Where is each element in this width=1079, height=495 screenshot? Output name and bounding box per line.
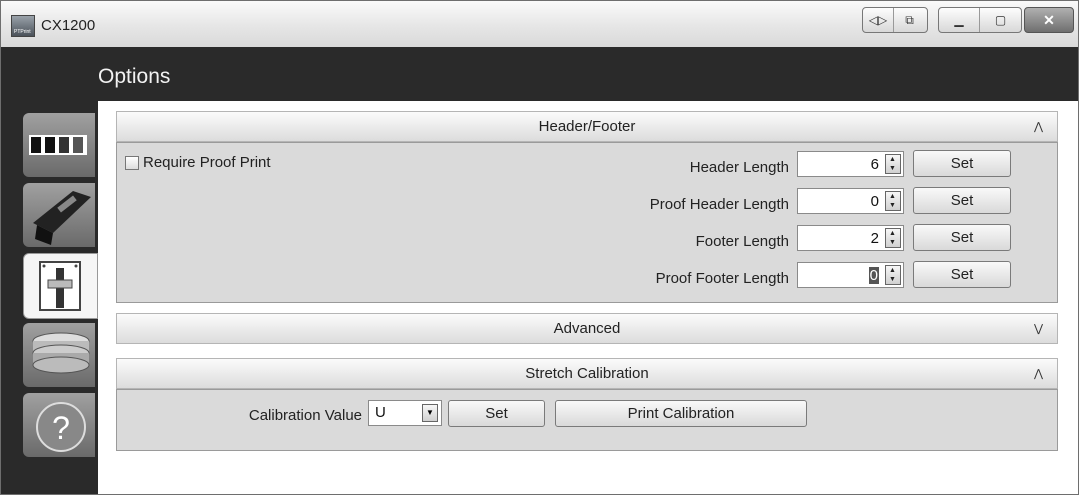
collapse-chevron-icon[interactable]: ⋀ <box>1034 112 1043 142</box>
header-footer-section-header[interactable]: Header/Footer ⋀ <box>116 111 1058 142</box>
maximize-icon[interactable]: ▢ <box>980 8 1021 32</box>
proof-header-length-spinner[interactable]: 0 ▲ ▼ <box>797 188 904 214</box>
extra-controls: ◁▷ ⧉ <box>862 7 928 33</box>
app-window: PTPrint CX1200 ◁▷ ⧉ ▁ ▢ ✕ Options ? Head… <box>0 0 1079 495</box>
proof-header-length-value: 0 <box>870 193 879 210</box>
close-icon[interactable]: ✕ <box>1024 7 1074 33</box>
options-content: Header/Footer ⋀ Require Proof Print Head… <box>98 101 1078 494</box>
spinner-arrows-icon[interactable]: ▲ ▼ <box>885 154 901 174</box>
proof-footer-length-label: Proof Footer Length <box>655 270 789 287</box>
proof-footer-length-value: 0 <box>868 267 879 284</box>
app-icon-text: PTPrint <box>14 29 31 35</box>
chevron-down-icon[interactable]: ▼ <box>422 404 438 422</box>
require-proof-print-label: Require Proof Print <box>143 154 271 171</box>
footer-length-spinner[interactable]: 2 ▲ ▼ <box>797 225 904 251</box>
window-size-controls: ▁ ▢ <box>938 7 1022 33</box>
header-length-label: Header Length <box>689 159 789 176</box>
svg-text:?: ? <box>52 410 70 446</box>
sidebar-item-help[interactable]: ? <box>23 393 95 457</box>
header-length-value: 6 <box>870 156 879 173</box>
advanced-title: Advanced <box>553 320 621 337</box>
calibration-value-select[interactable]: U ▼ <box>368 400 442 426</box>
printer-head-icon <box>33 191 91 245</box>
sidebar: ? <box>1 101 98 494</box>
slider-settings-icon <box>39 261 81 311</box>
require-proof-print-checkbox[interactable] <box>125 156 139 170</box>
footer-length-value: 2 <box>870 230 879 247</box>
calibration-value-label: Calibration Value <box>248 407 362 424</box>
ribbon-strip-icon <box>29 135 87 155</box>
collapse-chevron-icon[interactable]: ⋀ <box>1034 359 1043 389</box>
sidebar-item-printer[interactable] <box>23 183 95 247</box>
sidebar-item-coins[interactable] <box>23 323 95 387</box>
sidebar-item-settings[interactable] <box>23 253 98 319</box>
coin-stack-icon <box>32 332 90 374</box>
sidebar-item-ribbon[interactable] <box>23 113 95 177</box>
header-footer-title: Header/Footer <box>538 118 636 135</box>
calibration-value: U <box>375 404 386 421</box>
expand-chevron-icon[interactable]: ⋁ <box>1034 314 1043 344</box>
nav-arrows-icon[interactable]: ◁▷ <box>863 8 894 32</box>
spinner-arrows-icon[interactable]: ▲ ▼ <box>885 228 901 248</box>
set-proof-footer-length-button[interactable]: Set <box>913 261 1011 288</box>
footer-length-label: Footer Length <box>695 233 789 250</box>
header-footer-panel: Require Proof Print Header Length 6 ▲ ▼ S… <box>116 142 1058 303</box>
advanced-section-header[interactable]: Advanced ⋁ <box>116 313 1058 344</box>
set-footer-length-button[interactable]: Set <box>913 224 1011 251</box>
print-calibration-button[interactable]: Print Calibration <box>555 400 807 427</box>
export-icon[interactable]: ⧉ <box>894 8 925 32</box>
header-length-spinner[interactable]: 6 ▲ ▼ <box>797 151 904 177</box>
set-header-length-button[interactable]: Set <box>913 150 1011 177</box>
help-icon: ? <box>36 402 86 452</box>
header-bar: Options <box>1 47 1078 101</box>
spinner-arrows-icon[interactable]: ▲ ▼ <box>885 191 901 211</box>
window-title: CX1200 <box>41 17 96 34</box>
set-calibration-button[interactable]: Set <box>448 400 545 427</box>
set-proof-header-length-button[interactable]: Set <box>913 187 1011 214</box>
proof-footer-length-spinner[interactable]: 0 ▲ ▼ <box>797 262 904 288</box>
stretch-calibration-title: Stretch Calibration <box>525 365 649 382</box>
page-title: Options <box>98 65 171 88</box>
minimize-icon[interactable]: ▁ <box>939 8 980 32</box>
app-logo-icon: PTPrint <box>11 15 35 37</box>
spinner-arrows-icon[interactable]: ▲ ▼ <box>885 265 901 285</box>
proof-header-length-label: Proof Header Length <box>649 196 789 213</box>
title-bar: PTPrint CX1200 ◁▷ ⧉ ▁ ▢ ✕ <box>1 1 1078 47</box>
stretch-calibration-section-header[interactable]: Stretch Calibration ⋀ <box>116 358 1058 389</box>
stretch-calibration-panel: Calibration Value U ▼ Set Print Calibrat… <box>116 389 1058 451</box>
